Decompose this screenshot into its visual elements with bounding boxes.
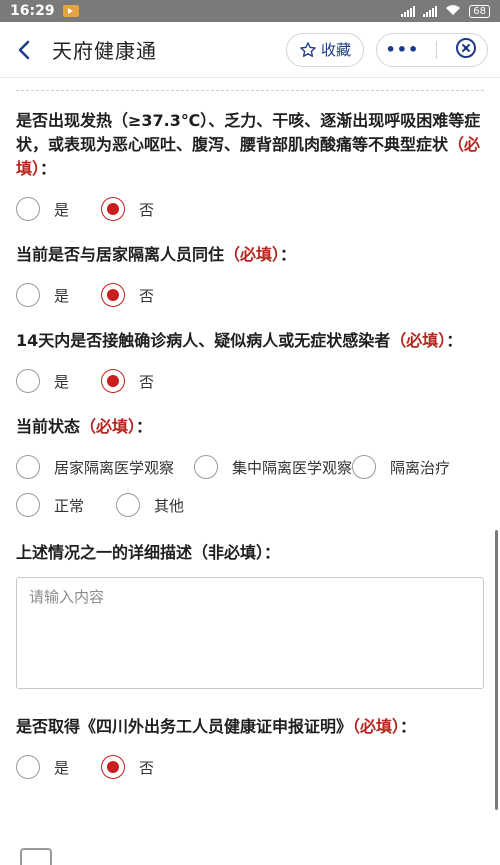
question-colon: ： [40, 159, 57, 178]
description-textarea[interactable] [16, 577, 484, 689]
capsule-divider [436, 40, 438, 59]
signal-hd-icon [423, 5, 438, 17]
app-header: 天府健康通 收藏 ••• [0, 22, 500, 78]
option-home-isolation[interactable]: 居家隔离医学观察 [16, 455, 174, 479]
option-no[interactable]: 否 [101, 755, 154, 779]
radio-unchecked[interactable] [16, 755, 40, 779]
option-label: 是 [54, 200, 70, 219]
form-content: 是否出现发热（≥37.3℃）、乏力、干咳、逐渐出现呼吸困难等症状，或表现为恶心呕… [0, 90, 500, 793]
question-symptoms: 是否出现发热（≥37.3℃）、乏力、干咳、逐渐出现呼吸困难等症状，或表现为恶心呕… [16, 109, 484, 181]
option-label: 正常 [54, 496, 85, 515]
radio-checked[interactable] [101, 197, 126, 221]
radio-checked[interactable] [101, 755, 126, 779]
radio-unchecked[interactable] [352, 455, 377, 479]
option-isolation-treatment[interactable]: 隔离治疗 [352, 455, 450, 479]
close-circle-icon [456, 37, 477, 58]
signal-icon [401, 5, 416, 17]
question-contact: 14天内是否接触确诊病人、疑似病人或无症状感染者（必填）： [16, 329, 484, 353]
chevron-left-icon [18, 40, 30, 59]
required-tag: （必填） [352, 717, 401, 736]
back-button[interactable] [12, 38, 36, 62]
option-label: 否 [139, 286, 155, 305]
radio-unchecked[interactable] [194, 455, 219, 479]
option-yes[interactable]: 是 [16, 755, 69, 779]
favorite-label: 收藏 [320, 41, 351, 59]
option-yes[interactable]: 是 [16, 197, 69, 221]
status-icons: 68 [401, 4, 490, 19]
option-label: 否 [139, 372, 155, 391]
status-bar: 16:29 68 [0, 0, 500, 22]
option-central-isolation[interactable]: 集中隔离医学观察 [194, 455, 352, 479]
options-current-status: 居家隔离医学观察 集中隔离医学观察 隔离治疗 正常 其他 [16, 455, 484, 531]
radio-unchecked[interactable] [16, 369, 40, 393]
options-health-certificate: 是 否 [16, 755, 484, 793]
required-tag: （必填） [390, 331, 447, 350]
option-yes[interactable]: 是 [16, 369, 69, 393]
video-app-icon [62, 5, 79, 17]
option-yes[interactable]: 是 [16, 283, 69, 307]
required-tag: （必填） [224, 245, 281, 264]
radio-unchecked[interactable] [16, 493, 40, 517]
status-time: 16:29 [10, 3, 55, 19]
option-label: 集中隔离医学观察 [232, 458, 353, 477]
radio-checked[interactable] [101, 283, 126, 307]
option-no[interactable]: 否 [101, 283, 154, 307]
dashed-divider [16, 90, 484, 91]
question-colon: ： [280, 245, 297, 264]
capsule-menu: ••• [376, 32, 488, 67]
question-text: 是否出现发热（≥37.3℃）、乏力、干咳、逐渐出现呼吸困难等症状，或表现为恶心呕… [16, 111, 481, 154]
wifi-icon [445, 4, 461, 19]
radio-unchecked[interactable] [16, 455, 40, 479]
option-normal[interactable]: 正常 [16, 493, 84, 517]
option-label: 其他 [154, 496, 185, 515]
option-label: 居家隔离医学观察 [54, 458, 175, 477]
options-symptoms: 是 否 [16, 197, 484, 235]
option-no[interactable]: 否 [101, 369, 154, 393]
option-label: 是 [54, 372, 70, 391]
question-text: 当前是否与居家隔离人员同住 [16, 245, 225, 264]
option-label: 否 [139, 200, 155, 219]
scrollbar[interactable] [495, 530, 498, 810]
agreement-checkbox[interactable] [20, 848, 52, 865]
option-other[interactable]: 其他 [116, 493, 184, 517]
question-description: 上述情况之一的详细描述（非必填）： [16, 541, 484, 565]
more-icon[interactable]: ••• [386, 40, 420, 59]
required-tag: （必填） [80, 417, 137, 436]
radio-unchecked[interactable] [16, 197, 40, 221]
question-health-certificate: 是否取得《四川外出务工人员健康证申报证明》（必填）： [16, 715, 484, 739]
star-icon [300, 41, 316, 57]
question-text: 14天内是否接触确诊病人、疑似病人或无症状感染者 [16, 331, 391, 350]
question-colon: ： [136, 417, 153, 436]
question-colon: ： [446, 331, 463, 350]
page-title: 天府健康通 [52, 39, 157, 63]
option-label: 否 [139, 758, 155, 777]
option-no[interactable]: 否 [101, 197, 154, 221]
question-cohabitation: 当前是否与居家隔离人员同住（必填）： [16, 243, 484, 267]
question-colon: ： [400, 717, 417, 736]
option-label: 隔离治疗 [390, 458, 451, 477]
battery-icon: 68 [469, 4, 490, 18]
radio-checked[interactable] [101, 369, 126, 393]
radio-unchecked[interactable] [16, 283, 40, 307]
option-label: 是 [54, 758, 70, 777]
question-text: 上述情况之一的详细描述（非必填）： [16, 543, 281, 562]
favorite-button[interactable]: 收藏 [285, 32, 364, 67]
options-cohabitation: 是 否 [16, 283, 484, 321]
radio-unchecked[interactable] [116, 493, 141, 517]
question-text: 当前状态 [16, 417, 81, 436]
close-miniapp-button[interactable] [454, 36, 478, 64]
option-label: 是 [54, 286, 70, 305]
question-text: 是否取得《四川外出务工人员健康证申报证明》 [16, 717, 353, 736]
question-current-status: 当前状态（必填）： [16, 415, 484, 439]
options-contact: 是 否 [16, 369, 484, 407]
